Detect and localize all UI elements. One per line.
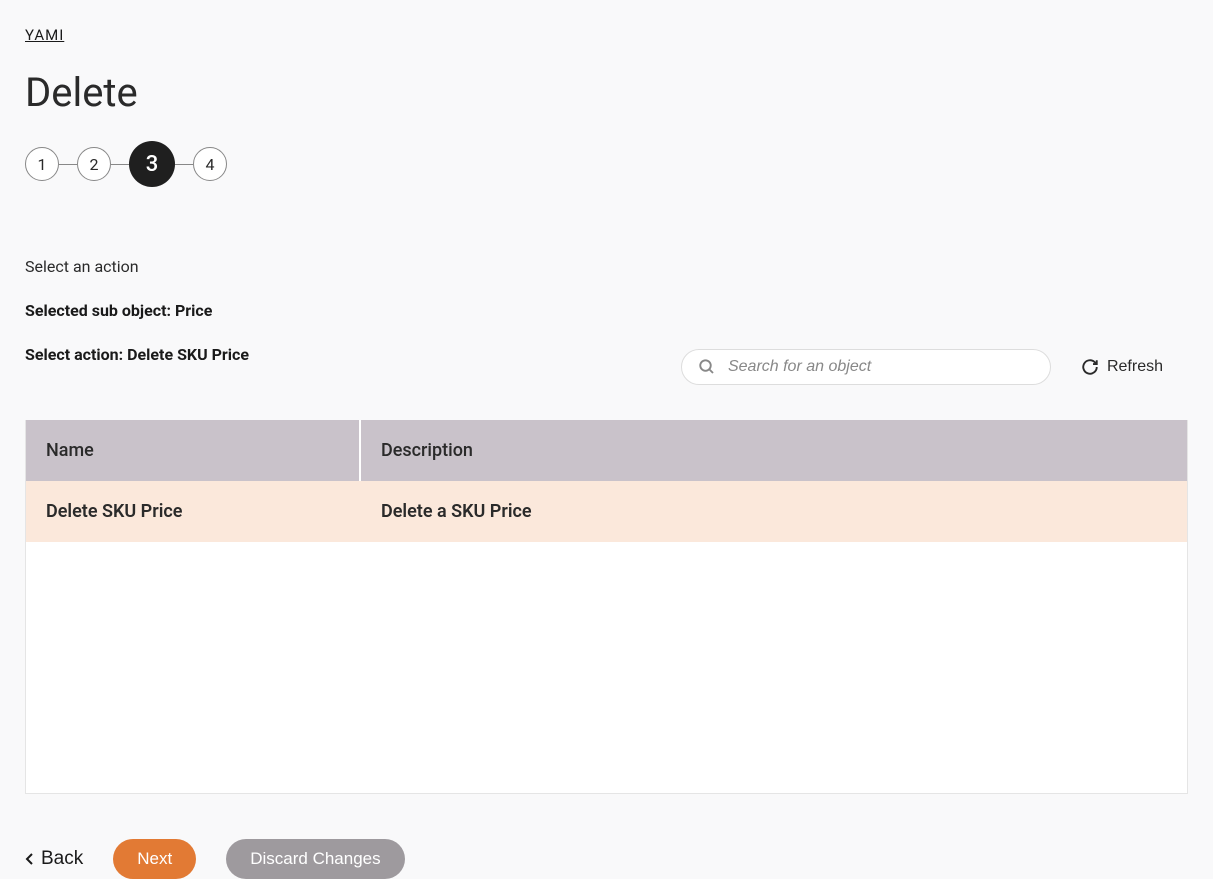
refresh-icon [1081, 358, 1099, 376]
chevron-left-icon [25, 852, 35, 866]
action-table: Name Description Delete SKU Price Delete… [25, 420, 1188, 794]
selected-sub-object: Selected sub object: Price [25, 301, 1188, 320]
search-input[interactable] [728, 358, 1034, 376]
instruction-text: Select an action [25, 257, 1188, 276]
discard-button[interactable]: Discard Changes [226, 839, 404, 879]
column-header-description: Description [361, 420, 1187, 481]
column-header-name: Name [26, 420, 361, 481]
cell-description: Delete a SKU Price [361, 481, 1187, 542]
step-2[interactable]: 2 [77, 147, 111, 181]
page-title: Delete [25, 69, 1188, 116]
refresh-label: Refresh [1107, 358, 1163, 376]
search-icon [698, 358, 716, 376]
back-label: Back [41, 848, 83, 870]
stepper: 1 2 3 4 [25, 141, 1188, 187]
step-4[interactable]: 4 [193, 147, 227, 181]
table-header: Name Description [26, 420, 1187, 481]
refresh-button[interactable]: Refresh [1081, 358, 1163, 376]
step-connector [111, 164, 129, 165]
step-3[interactable]: 3 [129, 141, 175, 187]
back-button[interactable]: Back [25, 848, 83, 870]
search-container [681, 349, 1051, 385]
footer-buttons: Back Next Discard Changes [25, 839, 1188, 879]
cell-name: Delete SKU Price [26, 481, 361, 542]
next-button[interactable]: Next [113, 839, 196, 879]
step-1[interactable]: 1 [25, 147, 59, 181]
step-connector [175, 164, 193, 165]
breadcrumb[interactable]: YAMI [25, 26, 64, 44]
step-connector [59, 164, 77, 165]
table-row[interactable]: Delete SKU Price Delete a SKU Price [26, 481, 1187, 542]
